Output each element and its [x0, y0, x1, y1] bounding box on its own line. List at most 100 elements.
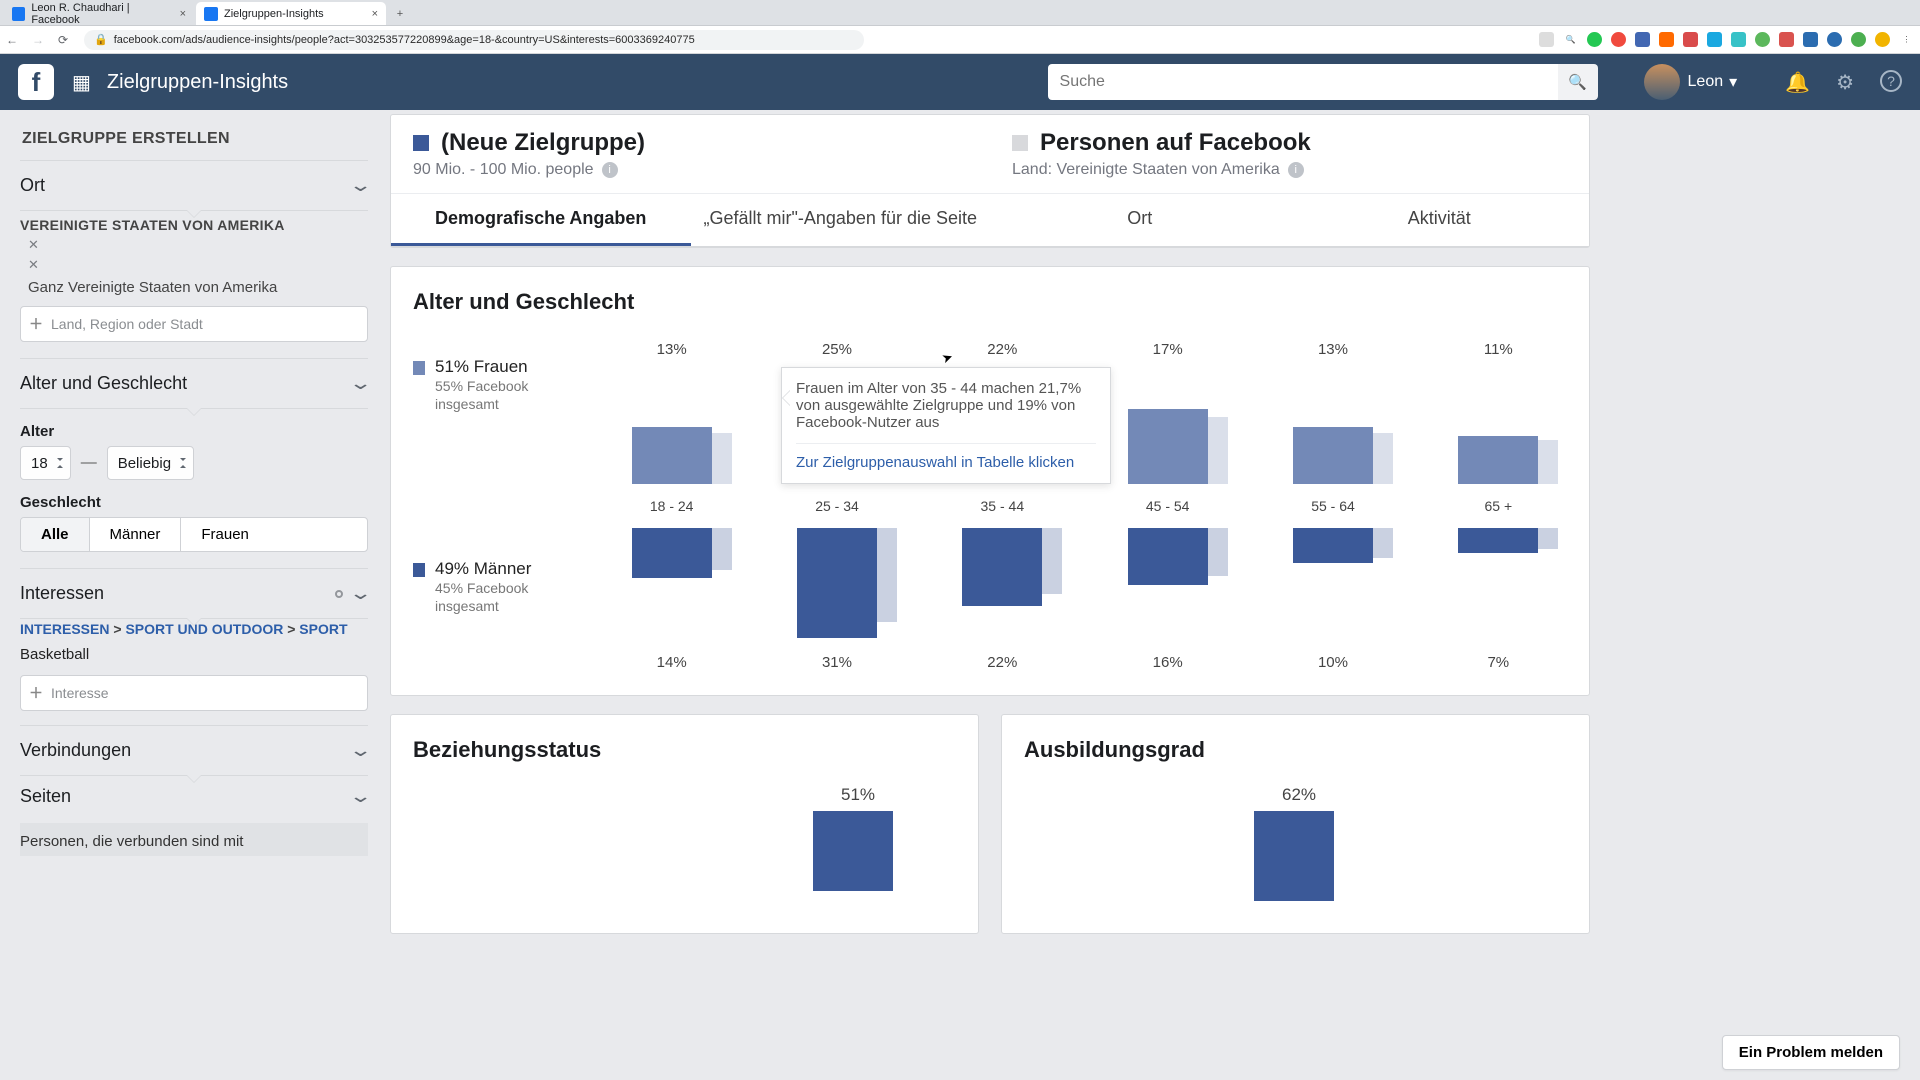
sidebar-panel-location[interactable]: Ort ⌄: [20, 161, 368, 210]
age-bucket-label: 18 - 24: [650, 498, 694, 514]
age-bucket-label: 25 - 34: [815, 498, 859, 514]
extension-icon[interactable]: [1827, 32, 1842, 47]
extension-icon[interactable]: [1779, 32, 1794, 47]
browser-tab[interactable]: Leon R. Chaudhari | Facebook ×: [4, 2, 194, 25]
user-menu[interactable]: Leon ▾: [1644, 64, 1738, 100]
content: (Neue Zielgruppe) 90 Mio. - 100 Mio. peo…: [390, 114, 1590, 934]
bar-value: 25%: [822, 341, 852, 358]
breadcrumb-link[interactable]: SPORT UND OUTDOOR: [125, 621, 283, 637]
tooltip-link[interactable]: Zur Zielgruppenauswahl in Tabelle klicke…: [796, 443, 1096, 471]
settings-gear-icon[interactable]: ⚙: [1836, 70, 1854, 95]
browser-tab[interactable]: Zielgruppen-Insights ×: [196, 2, 386, 25]
url-text: facebook.com/ads/audience-insights/peopl…: [114, 34, 695, 46]
new-tab-button[interactable]: +: [388, 2, 412, 25]
education-card: Ausbildungsgrad 62%: [1001, 714, 1590, 934]
tab-page-likes[interactable]: „Gefällt mir"-Angaben für die Seite: [691, 194, 991, 246]
tooltip-text: Frauen im Alter von 35 - 44 machen 21,7%…: [796, 380, 1081, 431]
menu-icon[interactable]: ⋮: [1899, 32, 1914, 47]
extension-icon[interactable]: [1755, 32, 1770, 47]
sidebar-panel-age-gender[interactable]: Alter und Geschlecht ⌄: [20, 359, 368, 408]
bar-value: 16%: [1153, 654, 1183, 671]
chart-legend: 51% Frauen 55% Facebook insgesamt 49% Mä…: [413, 337, 573, 671]
extension-icon[interactable]: [1659, 32, 1674, 47]
relationship-title: Beziehungsstatus: [391, 715, 978, 785]
gender-segmented: Alle Männer Frauen: [20, 517, 368, 552]
breadcrumb-link[interactable]: SPORT: [299, 621, 347, 637]
audience-new-sub: 90 Mio. - 100 Mio. people: [413, 161, 594, 179]
chevron-down-icon: ⌄: [348, 583, 372, 604]
age-bucket-label: 45 - 54: [1146, 498, 1190, 514]
sidebar-title: ZIELGRUPPE ERSTELLEN: [20, 114, 368, 160]
placeholder-text: Land, Region oder Stadt: [51, 316, 203, 332]
gender-option-male[interactable]: Männer: [90, 518, 182, 551]
audience-new-title: (Neue Zielgruppe): [441, 129, 645, 157]
range-dash: —: [81, 454, 97, 472]
bar-value: 13%: [657, 341, 687, 358]
sidebar-panel-interests[interactable]: Interessen ⌄: [20, 569, 368, 618]
extension-icon[interactable]: [1683, 32, 1698, 47]
help-icon[interactable]: ?: [1880, 70, 1902, 92]
bar-value: 31%: [822, 654, 852, 671]
plus-icon: ＋: [29, 683, 43, 703]
extension-icon[interactable]: [1851, 32, 1866, 47]
extension-icon[interactable]: [1611, 32, 1626, 47]
zoom-icon[interactable]: 🔍: [1563, 32, 1578, 47]
tab-location[interactable]: Ort: [990, 194, 1290, 246]
status-dot-icon: [335, 590, 343, 598]
apps-grid-icon[interactable]: ▦: [72, 70, 89, 95]
age-from-select[interactable]: 18: [20, 446, 71, 480]
back-icon[interactable]: ←: [6, 33, 22, 47]
remove-icon[interactable]: ✕: [20, 233, 368, 253]
chart-tooltip: ➤ Frauen im Alter von 35 - 44 machen 21,…: [781, 367, 1111, 484]
info-icon[interactable]: i: [602, 162, 618, 178]
bar-value: 22%: [987, 654, 1017, 671]
location-input[interactable]: ＋ Land, Region oder Stadt: [20, 306, 368, 342]
tab-activity[interactable]: Aktivität: [1290, 194, 1590, 246]
extension-icon[interactable]: [1635, 32, 1650, 47]
extension-icon[interactable]: [1875, 32, 1890, 47]
age-bucket-label: 55 - 64: [1311, 498, 1355, 514]
chevron-down-icon: ⌄: [348, 175, 372, 196]
interest-input[interactable]: ＋ Interesse: [20, 675, 368, 711]
extension-icon[interactable]: [1539, 32, 1554, 47]
sidebar-panel-connections[interactable]: Verbindungen ⌄: [20, 726, 368, 775]
reload-icon[interactable]: ⟳: [58, 33, 74, 47]
breadcrumb-link[interactable]: INTERESSEN: [20, 621, 109, 637]
panel-label: Verbindungen: [20, 740, 131, 761]
address-bar[interactable]: 🔒 facebook.com/ads/audience-insights/peo…: [84, 30, 864, 50]
forward-icon[interactable]: →: [32, 33, 48, 47]
search-icon: 🔍: [1568, 73, 1587, 91]
remove-icon[interactable]: ✕: [20, 253, 368, 273]
tab-title: Leon R. Chaudhari | Facebook: [31, 2, 173, 26]
notifications-icon[interactable]: 🔔: [1785, 70, 1810, 95]
age-to-select[interactable]: Beliebig: [107, 446, 194, 480]
search-button[interactable]: 🔍: [1558, 64, 1598, 100]
gender-option-all[interactable]: Alle: [21, 518, 90, 551]
legend-men-icon: [413, 563, 425, 577]
facebook-favicon: [12, 7, 25, 21]
close-icon[interactable]: ×: [372, 8, 378, 20]
panel-label: Alter und Geschlecht: [20, 373, 187, 394]
info-icon[interactable]: i: [1288, 162, 1304, 178]
extension-icon[interactable]: [1707, 32, 1722, 47]
close-icon[interactable]: ×: [180, 8, 186, 20]
extension-icon[interactable]: [1587, 32, 1602, 47]
audience-fb-sub: Land: Vereinigte Staaten von Amerika: [1012, 161, 1280, 179]
age-bucket-label: 65 +: [1485, 498, 1513, 514]
audience-color-icon: [1012, 135, 1028, 151]
bar-value: 11%: [1484, 341, 1513, 358]
placeholder-text: Interesse: [51, 685, 109, 701]
panel-label: Ort: [20, 175, 45, 196]
facebook-logo[interactable]: f: [18, 64, 54, 100]
tab-demographics[interactable]: Demografische Angaben: [391, 194, 691, 246]
search-input[interactable]: [1048, 64, 1558, 100]
age-to-value: Beliebig: [118, 455, 171, 472]
country-text: Ganz Vereinigte Staaten von Amerika: [20, 273, 368, 296]
age-gender-chart[interactable]: ➤ Frauen im Alter von 35 - 44 machen 21,…: [603, 337, 1567, 671]
report-problem-button[interactable]: Ein Problem melden: [1722, 1035, 1900, 1070]
extension-icon[interactable]: [1731, 32, 1746, 47]
extension-icon[interactable]: [1803, 32, 1818, 47]
audience-fb-title: Personen auf Facebook: [1040, 129, 1311, 157]
age-bucket-label: 35 - 44: [981, 498, 1025, 514]
gender-option-female[interactable]: Frauen: [181, 518, 269, 551]
